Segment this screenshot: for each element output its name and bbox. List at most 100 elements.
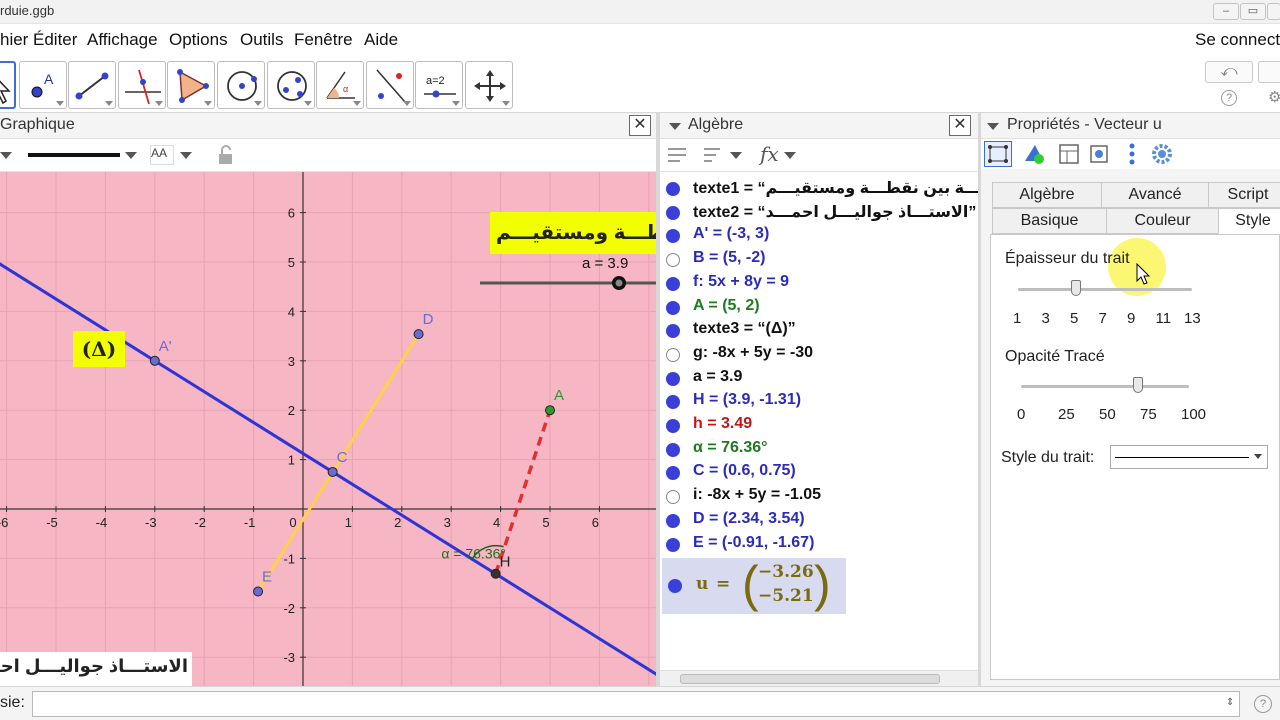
menu-options[interactable]: Options [169, 30, 228, 50]
text-size-dropdown-icon[interactable] [180, 152, 192, 159]
arabic-teacher-label[interactable]: الاستـــاذ جواليـــل احم [0, 652, 192, 686]
algebra-row-text[interactable]: f: 5x + 8y = 9 [693, 273, 789, 291]
algebra-row-text[interactable]: h = 3.49 [693, 415, 752, 433]
tab-script[interactable]: Script [1208, 182, 1280, 208]
arabic-heading-label[interactable]: نقطـــة ومستقيـــم [490, 212, 656, 254]
algebra-row-vector-u[interactable]: u = (−3.26 −5.21) [662, 558, 846, 614]
undo-button[interactable]: ⤺ [1205, 61, 1253, 83]
visibility-toggle-icon[interactable] [666, 182, 680, 196]
algebra-row[interactable]: C = (0.6, 0.75) [660, 460, 978, 483]
algebra-row[interactable]: a = 3.9 [660, 366, 978, 389]
algebra-row[interactable]: texte2 = “الاستـــاذ جواليـــل احمـــد” [660, 200, 978, 223]
algebra-row-text[interactable]: D = (2.34, 3.54) [693, 510, 805, 528]
advanced-settings-gear-icon[interactable] [1149, 141, 1175, 167]
more-options-icon[interactable] [1127, 142, 1137, 166]
triangle-shapes-icon[interactable] [1021, 141, 1047, 167]
algebra-row-text[interactable]: i: -8x + 5y = -1.05 [693, 486, 821, 504]
line-delta[interactable] [0, 237, 656, 685]
algebra-close-button[interactable]: ✕ [949, 115, 971, 136]
visibility-toggle-icon[interactable] [666, 276, 680, 291]
conic-tool-button[interactable] [267, 61, 315, 109]
visibility-toggle-icon[interactable] [666, 205, 680, 220]
algebra-row[interactable]: D = (2.34, 3.54) [660, 508, 978, 531]
visibility-toggle-icon[interactable] [666, 300, 680, 315]
visibility-toggle-icon[interactable] [666, 229, 680, 244]
circle-tool-button[interactable] [217, 61, 265, 109]
sign-in-link[interactable]: Se connect [1195, 30, 1280, 50]
point-c[interactable] [327, 466, 338, 477]
algebra-row-text[interactable]: E = (-0.91, -1.67) [693, 534, 814, 552]
maximize-button[interactable]: ▭ [1240, 3, 1266, 20]
algebra-row-text[interactable]: texte1 = “لمسافـــة بين نقطـــة ومستقيــ… [693, 178, 978, 198]
tab-algebre[interactable]: Algèbre [992, 182, 1102, 208]
visibility-toggle-icon[interactable] [666, 253, 680, 268]
visibility-toggle-icon[interactable] [666, 442, 680, 457]
segment-tool-button[interactable] [68, 61, 116, 109]
visibility-toggle-icon[interactable] [668, 579, 682, 593]
point-d[interactable] [413, 329, 424, 340]
algebra-row[interactable]: B = (5, -2) [660, 247, 978, 270]
fx-dropdown-icon[interactable] [784, 152, 796, 159]
visibility-toggle-icon[interactable] [666, 347, 680, 362]
algebra-collapse-icon[interactable] [669, 123, 681, 130]
algebra-row[interactable]: texte1 = “لمسافـــة بين نقطـــة ومستقيــ… [660, 176, 978, 199]
point-tool-button[interactable]: A [19, 61, 67, 109]
algebra-row[interactable]: E = (-0.91, -1.67) [660, 532, 978, 555]
layout-icon[interactable] [1057, 142, 1081, 166]
graphics-objects-icon[interactable] [984, 141, 1012, 167]
visibility-toggle-icon[interactable] [666, 324, 680, 339]
menu-help[interactable]: Aide [364, 30, 398, 50]
tab-couleur[interactable]: Couleur [1106, 208, 1219, 234]
input-bar-field[interactable]: ⇕ [32, 691, 1240, 717]
algebra-row[interactable]: α = 76.36° [660, 437, 978, 460]
sort-dropdown-icon[interactable] [730, 152, 742, 159]
close-window-button[interactable] [1267, 3, 1280, 20]
point-a[interactable] [545, 405, 555, 416]
menu-window[interactable]: Fenêtre [294, 30, 353, 50]
algebra-row[interactable]: A = (5, 2) [660, 295, 978, 318]
visibility-toggle-icon[interactable] [666, 490, 680, 505]
algebra-row[interactable]: A' = (-3, 3) [660, 223, 978, 246]
algebra-row[interactable]: H = (3.9, -1.31) [660, 389, 978, 412]
algebra-row[interactable]: i: -8x + 5y = -1.05 [660, 484, 978, 507]
algebra-scrollbar[interactable] [660, 670, 978, 686]
angle-tool-button[interactable]: α [316, 61, 364, 109]
opacity-slider-thumb[interactable] [1132, 377, 1143, 393]
menu-view[interactable]: Affichage [87, 30, 158, 50]
graphics-settings-icon[interactable] [1087, 142, 1111, 166]
slider-tool-button[interactable]: a=2 [415, 61, 463, 109]
point-e[interactable] [253, 586, 264, 597]
visibility-toggle-icon[interactable] [666, 395, 680, 410]
algebra-row-text[interactable]: α = 76.36° [693, 439, 768, 457]
text-size-icon[interactable]: AA [150, 145, 174, 165]
algebra-row[interactable]: h = 3.49 [660, 413, 978, 436]
visibility-toggle-icon[interactable] [666, 371, 680, 386]
fx-icon[interactable]: fx [760, 142, 779, 166]
line-style-dropdown[interactable] [1110, 445, 1268, 469]
visibility-toggle-icon[interactable] [666, 419, 680, 433]
help-icon[interactable]: ? [1221, 90, 1237, 106]
minimize-button[interactable]: – [1213, 3, 1239, 20]
algebra-row-text[interactable]: texte2 = “الاستـــاذ جواليـــل احمـــد” [693, 202, 976, 222]
algebra-row-text[interactable]: A = (5, 2) [693, 297, 760, 315]
tab-style[interactable]: Style [1218, 208, 1280, 234]
redo-button[interactable] [1258, 61, 1280, 83]
settings-gear-icon[interactable]: ⚙ [1268, 88, 1280, 106]
menu-tools[interactable]: Outils [240, 30, 283, 50]
input-bar-dropdown-icon[interactable]: ⇕ [1226, 697, 1234, 708]
tab-basique[interactable]: Basique [992, 208, 1107, 234]
visibility-toggle-icon[interactable] [666, 537, 680, 552]
visibility-toggle-icon[interactable] [666, 513, 680, 528]
auxiliary-objects-icon[interactable] [666, 146, 688, 164]
algebra-row-text[interactable]: B = (5, -2) [693, 249, 765, 267]
move-tool-button[interactable] [0, 61, 16, 109]
polygon-tool-button[interactable] [167, 61, 215, 109]
line-style-dropdown-icon[interactable] [125, 152, 137, 159]
algebra-row-text[interactable]: a = 3.9 [693, 368, 742, 386]
tab-avance[interactable]: Avancé [1101, 182, 1209, 208]
perpendicular-tool-button[interactable] [118, 61, 166, 109]
input-help-icon[interactable]: ? [1254, 695, 1272, 713]
lock-icon[interactable] [214, 144, 236, 166]
algebra-row[interactable]: texte3 = “(Δ)” [660, 318, 978, 341]
menu-edit[interactable]: Éditer [33, 30, 77, 50]
